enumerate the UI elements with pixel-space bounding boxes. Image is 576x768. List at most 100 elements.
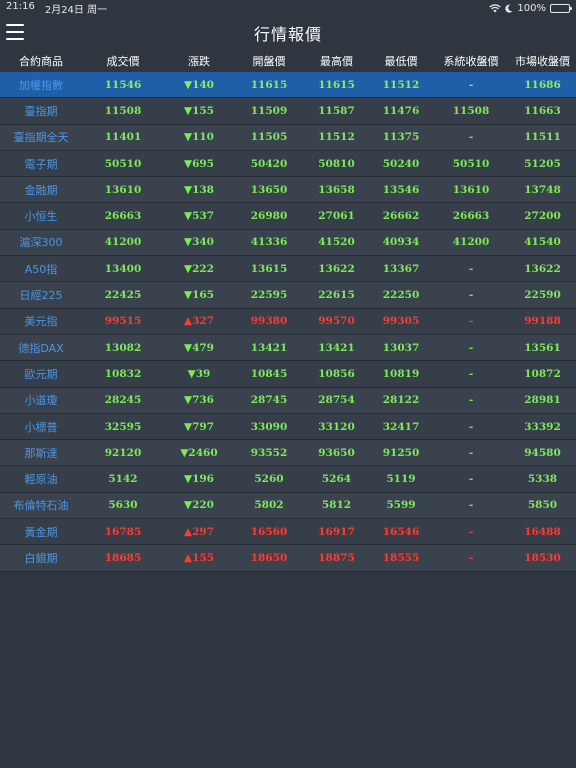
table-row[interactable]: 加權指數 11546 ▼140 11615 11615 11512 - 11686 [0,72,576,99]
table-row[interactable]: 金融期 13610 ▼138 13650 13658 13546 13610 13748 [0,177,576,204]
table-row[interactable]: 小道瓊 28245 ▼736 28745 28754 28122 - 28981 [0,387,576,414]
contract-name: 小恒生 [24,210,58,224]
low-price: 40934 [382,236,420,249]
table-row[interactable]: 歐元期 10832 ▼39 10845 10856 10819 - 10872 [0,361,576,388]
high-price: 93650 [318,446,355,459]
open-price: 93552 [250,446,288,459]
last-price: 13610 [104,183,142,196]
system-close: - [468,551,474,564]
system-close: - [468,367,474,380]
low-price: 11476 [382,104,420,117]
open-price: 26980 [250,210,288,223]
table-row[interactable]: 臺指期 11508 ▼155 11509 11587 11476 11508 11663 [0,98,576,125]
system-close: - [468,525,474,538]
market-close: 33392 [524,420,561,433]
contract-name: A50指 [24,262,58,276]
system-close: 11508 [452,104,490,117]
table-row[interactable]: 布倫特石油 5630 ▼220 5802 5812 5599 - 5850 [0,492,576,520]
contract-name: 小道瓊 [24,394,58,408]
price-change: ▼797 [184,420,214,433]
open-price: 11615 [250,78,288,91]
price-change: ▲155 [184,551,214,564]
low-price: 5599 [386,499,416,512]
status-bar: 21:16 2月24日 周一 100% [0,0,576,16]
contract-name: 滬深300 [19,236,63,250]
open-price: 99380 [250,315,288,328]
low-price: 11375 [382,131,420,144]
price-change: ▼196 [184,473,214,486]
low-price: 10819 [382,367,420,380]
battery-icon [550,3,572,13]
table-row[interactable]: 輕原油 5142 ▼196 5260 5264 5119 - 5338 [0,466,576,493]
open-price: 11509 [250,104,288,117]
quote-table: 加權指數 11546 ▼140 11615 11615 11512 - 11686 臺指期 115… [0,72,576,572]
price-change: ▼138 [184,183,214,196]
contract-name: 電子期 [24,157,58,171]
column-header-market-close[interactable]: 市場收盤價 [509,53,576,69]
table-row[interactable]: 小標普 32595 ▼797 33090 33120 32417 - 33392 [0,413,576,441]
table-row[interactable]: 滬深300 41200 ▼340 41336 41520 40934 41200 41540 [0,229,576,257]
high-price: 33120 [318,420,355,433]
last-price: 32595 [104,420,142,433]
system-close: 50510 [452,157,490,170]
low-price: 11512 [382,78,420,91]
open-price: 16560 [250,525,288,538]
market-close: 13622 [524,262,561,275]
open-price: 33090 [250,420,288,433]
system-close: 13610 [452,183,490,196]
column-header-contract[interactable]: 合約商品 [0,53,82,69]
table-row[interactable]: 黃金期 16785 ▲297 16560 16917 16546 - 16488 [0,519,576,546]
price-change: ▲327 [184,315,214,328]
open-price: 28745 [250,394,288,407]
low-price: 13367 [382,262,420,275]
table-row[interactable]: A50指 13400 ▼222 13615 13622 13367 - 13622 [0,256,576,283]
column-header-high[interactable]: 最高價 [304,53,369,69]
last-price: 50510 [104,157,142,170]
open-price: 10845 [250,367,288,380]
column-header-system-close[interactable]: 系統收盤價 [433,53,509,69]
table-row[interactable]: 臺指期全天 11401 ▼110 11505 11512 11375 - 11511 [0,124,576,151]
high-price: 28754 [318,394,355,407]
table-row[interactable]: 白銀期 18685 ▲155 18650 18875 18555 - 18530 [0,545,576,572]
column-header-open[interactable]: 開盤價 [234,53,304,69]
market-close: 13748 [524,183,561,196]
hamburger-menu-icon[interactable] [6,24,24,40]
table-row[interactable]: 小恒生 26663 ▼537 26980 27061 26662 26663 27200 [0,203,576,230]
last-price: 16785 [104,525,142,538]
status-time: 21:16 [6,0,35,12]
last-price: 11546 [104,78,142,91]
high-price: 11512 [318,131,355,144]
table-row[interactable]: 日經225 22425 ▼165 22595 22615 22250 - 22590 [0,282,576,309]
market-close: 16488 [524,525,561,538]
price-change: ▼165 [184,289,214,302]
column-header-low[interactable]: 最低價 [369,53,433,69]
open-price: 50420 [250,157,288,170]
table-row[interactable]: 電子期 50510 ▼695 50420 50810 50240 50510 51205 [0,150,576,178]
market-close: 5850 [527,499,558,512]
high-price: 50810 [318,157,355,170]
table-row[interactable]: 德指DAX 13082 ▼479 13421 13421 13037 - 13561 [0,334,576,362]
low-price: 18555 [382,551,420,564]
last-price: 28245 [104,394,142,407]
battery-percent: 100% [517,2,546,14]
contract-name: 布倫特石油 [13,499,69,513]
last-price: 92120 [104,446,142,459]
contract-name: 臺指期全天 [13,131,69,145]
market-close: 51205 [524,157,561,170]
open-price: 5802 [254,499,284,512]
market-close: 11511 [524,131,561,144]
market-close: 94580 [524,446,561,459]
high-price: 22615 [318,289,355,302]
column-header-last[interactable]: 成交價 [82,53,164,69]
contract-name: 白銀期 [24,551,58,565]
low-price: 28122 [382,394,420,407]
table-row[interactable]: 那斯達 92120 ▼2460 93552 93650 91250 - 94580 [0,440,576,467]
table-row[interactable]: 美元指 99515 ▲327 99380 99570 99305 - 99188 [0,308,576,335]
last-price: 13400 [104,262,142,275]
last-price: 5630 [108,499,138,512]
high-price: 11587 [318,104,355,117]
contract-name: 輕原油 [24,473,58,487]
column-header-change[interactable]: 漲跌 [164,53,234,69]
system-close: - [468,78,474,91]
high-price: 16917 [318,525,355,538]
